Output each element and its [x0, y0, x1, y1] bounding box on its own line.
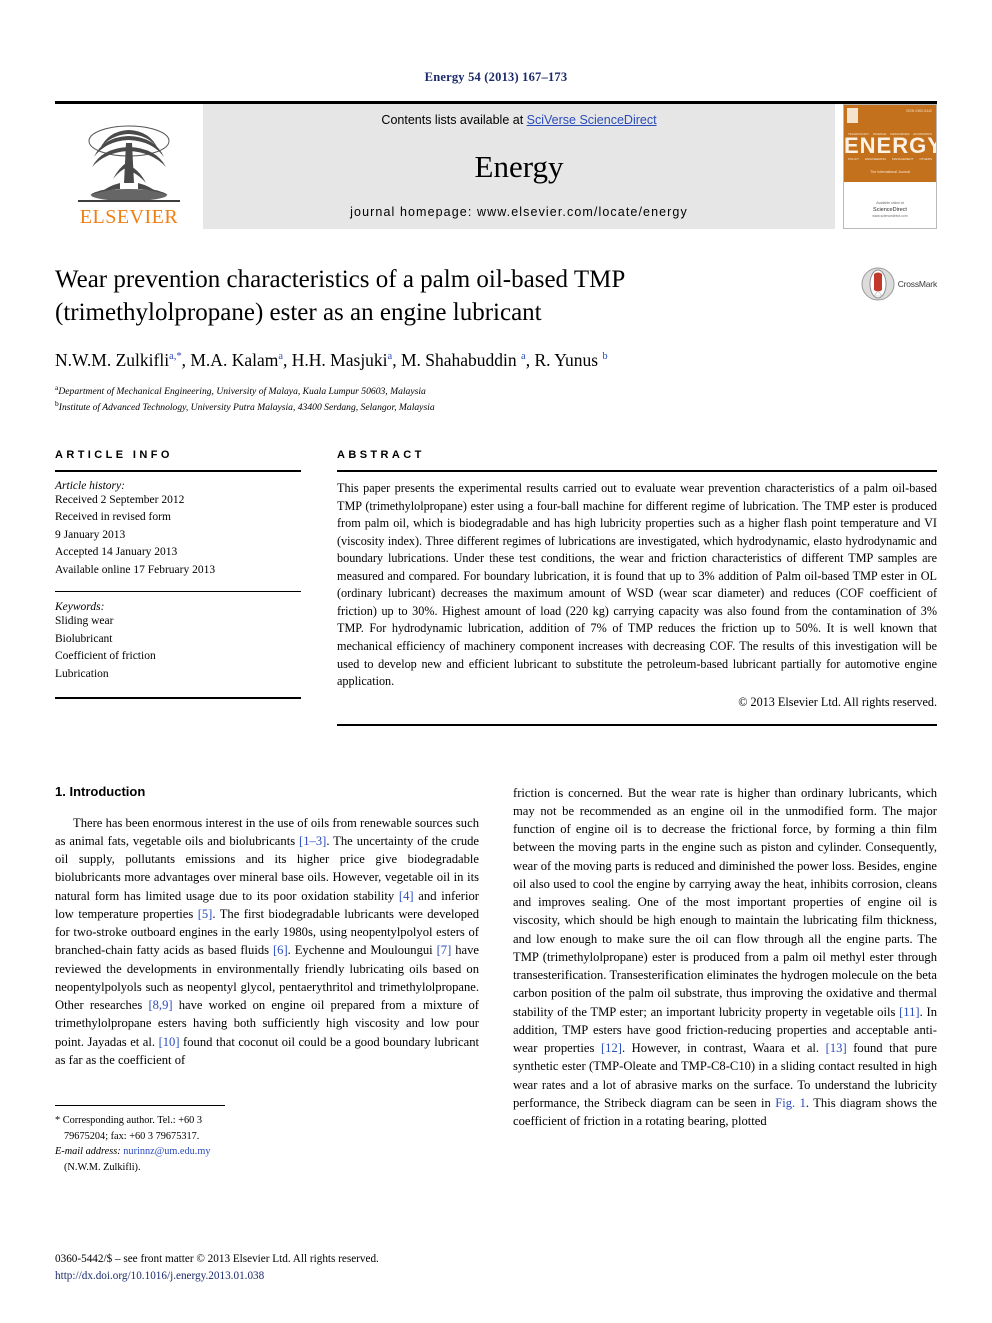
cover-subtitle: The International Journal — [870, 170, 910, 175]
affiliation-a-text: Department of Mechanical Engineering, Un… — [58, 385, 426, 397]
affiliation-list: aDepartment of Mechanical Engineering, U… — [55, 383, 811, 415]
history-item: Received in revised form — [55, 511, 171, 524]
article-history-label: Article history: — [55, 479, 125, 492]
corresponding-author-footnote: * Corresponding author. Tel.: +60 3 7967… — [55, 1105, 225, 1175]
abstract-copyright: © 2013 Elsevier Ltd. All rights reserved… — [738, 694, 937, 709]
keyword-item: Coefficient of friction — [55, 650, 156, 663]
journal-cover-thumbnail: ISSN 0360-5442 TECHNOLOGY SCIENCE RESOUR… — [843, 104, 937, 229]
info-abstract-block: ARTICLE INFO Article history: Received 2… — [55, 449, 937, 726]
history-item: 9 January 2013 — [55, 528, 126, 541]
keyword-item: Lubrication — [55, 667, 109, 680]
doi-link[interactable]: http://dx.doi.org/10.1016/j.energy.2013.… — [55, 1268, 379, 1285]
title-block: Wear prevention characteristics of a pal… — [55, 263, 937, 415]
journal-homepage[interactable]: journal homepage: www.elsevier.com/locat… — [350, 205, 688, 219]
history-item: Received 2 September 2012 — [55, 493, 185, 506]
cover-top: ISSN 0360-5442 TECHNOLOGY SCIENCE RESOUR… — [844, 105, 937, 183]
abstract-rule-top — [337, 469, 937, 472]
corresponding-email-line: E-mail address: nurinnz@um.edu.my (N.W.M… — [55, 1146, 211, 1173]
body-columns: 1. Introduction There has been enormous … — [55, 784, 937, 1175]
abstract-heading: ABSTRACT — [337, 448, 425, 461]
cover-kw-5: POLICY — [848, 157, 860, 161]
contents-prefix: Contents lists available at — [381, 113, 527, 127]
abstract-column: ABSTRACT This paper presents the experim… — [337, 449, 937, 726]
affiliation-b: bInstitute of Advanced Technology, Unive… — [55, 398, 435, 414]
intro-paragraph-left: There has been enormous interest in the … — [55, 815, 480, 1067]
author-list: N.W.M. Zulkiflia,*, M.A. Kalama, H.H. Ma… — [55, 350, 608, 370]
keywords-label: Keywords: — [55, 601, 105, 614]
affiliation-a: aDepartment of Mechanical Engineering, U… — [55, 382, 426, 397]
info-rule-bottom — [55, 697, 301, 700]
cover-kw-6: ENGINEERING — [864, 157, 886, 161]
cover-badge-icon — [847, 108, 858, 123]
title-texts: Wear prevention characteristics of a pal… — [55, 263, 827, 415]
history-item: Available online 17 February 2013 — [55, 563, 216, 576]
crossmark-icon — [861, 267, 895, 301]
abstract-text: This paper presents the experimental res… — [337, 480, 937, 689]
article-info-column: ARTICLE INFO Article history: Received 2… — [55, 449, 301, 726]
cover-sd-url: www.sciencedirect.com — [872, 213, 908, 218]
running-head: Energy 54 (2013) 167–173 — [424, 70, 568, 84]
crossmark-badge[interactable]: CrossMark — [827, 263, 937, 301]
page-title: Wear prevention characteristics of a pal… — [55, 266, 625, 326]
paper-page: Energy 54 (2013) 167–173 ELSEVIER Conten… — [0, 0, 992, 1323]
banner-center: Contents lists available at SciVerse Sci… — [203, 104, 835, 229]
page-footer: 0360-5442/$ – see front matter © 2013 El… — [55, 1251, 379, 1285]
journal-title: Energy — [474, 148, 564, 184]
intro-paragraph-right: friction is concerned. But the wear rate… — [513, 785, 938, 1129]
history-item: Accepted 14 January 2013 — [55, 546, 178, 559]
body-column-right: friction is concerned. But the wear rate… — [513, 784, 937, 1175]
elsevier-wordmark: ELSEVIER — [79, 206, 179, 228]
affiliation-b-text: Institute of Advanced Technology, Univer… — [58, 402, 435, 414]
elsevier-tree-icon — [78, 125, 180, 202]
keywords-list: Sliding wear Biolubricant Coefficient of… — [55, 613, 301, 683]
front-matter-line: 0360-5442/$ – see front matter © 2013 El… — [55, 1253, 379, 1266]
body-column-left: 1. Introduction There has been enormous … — [55, 784, 479, 1175]
cover-kw-7: MANAGEMENT — [891, 157, 914, 161]
keyword-item: Biolubricant — [55, 632, 113, 645]
info-rule-middle — [55, 591, 301, 593]
corresponding-author-line: * Corresponding author. Tel.: +60 3 7967… — [55, 1115, 203, 1142]
cover-sciencedirect-mark: Available online at ScienceDirect www.sc… — [844, 201, 936, 219]
cover-sd-big: ScienceDirect — [873, 206, 907, 213]
crossmark-label: CrossMark — [897, 279, 937, 289]
article-history-list: Received 2 September 2012 Received in re… — [55, 492, 301, 579]
keyword-item: Sliding wear — [55, 615, 114, 628]
contents-list-line: Contents lists available at SciVerse Sci… — [381, 113, 656, 127]
journal-banner: ELSEVIER Contents lists available at Sci… — [55, 101, 937, 229]
elsevier-logo: ELSEVIER — [55, 104, 203, 229]
cover-keywords-row-2: POLICY ENGINEERING MANAGEMENT OTHERS — [848, 157, 932, 161]
cover-title: ENERGY — [844, 133, 937, 158]
cover-bottom: Available online at ScienceDirect www.sc… — [844, 182, 936, 228]
cover-kw-8: OTHERS — [919, 157, 932, 161]
abstract-rule-bottom — [337, 723, 937, 726]
section-heading-introduction: 1. Introduction — [55, 783, 146, 799]
article-info-heading: ARTICLE INFO — [55, 448, 173, 461]
info-rule-top — [55, 469, 301, 472]
cover-issn: ISSN 0360-5442 — [906, 109, 932, 113]
sciencedirect-link[interactable]: SciVerse ScienceDirect — [527, 113, 657, 127]
